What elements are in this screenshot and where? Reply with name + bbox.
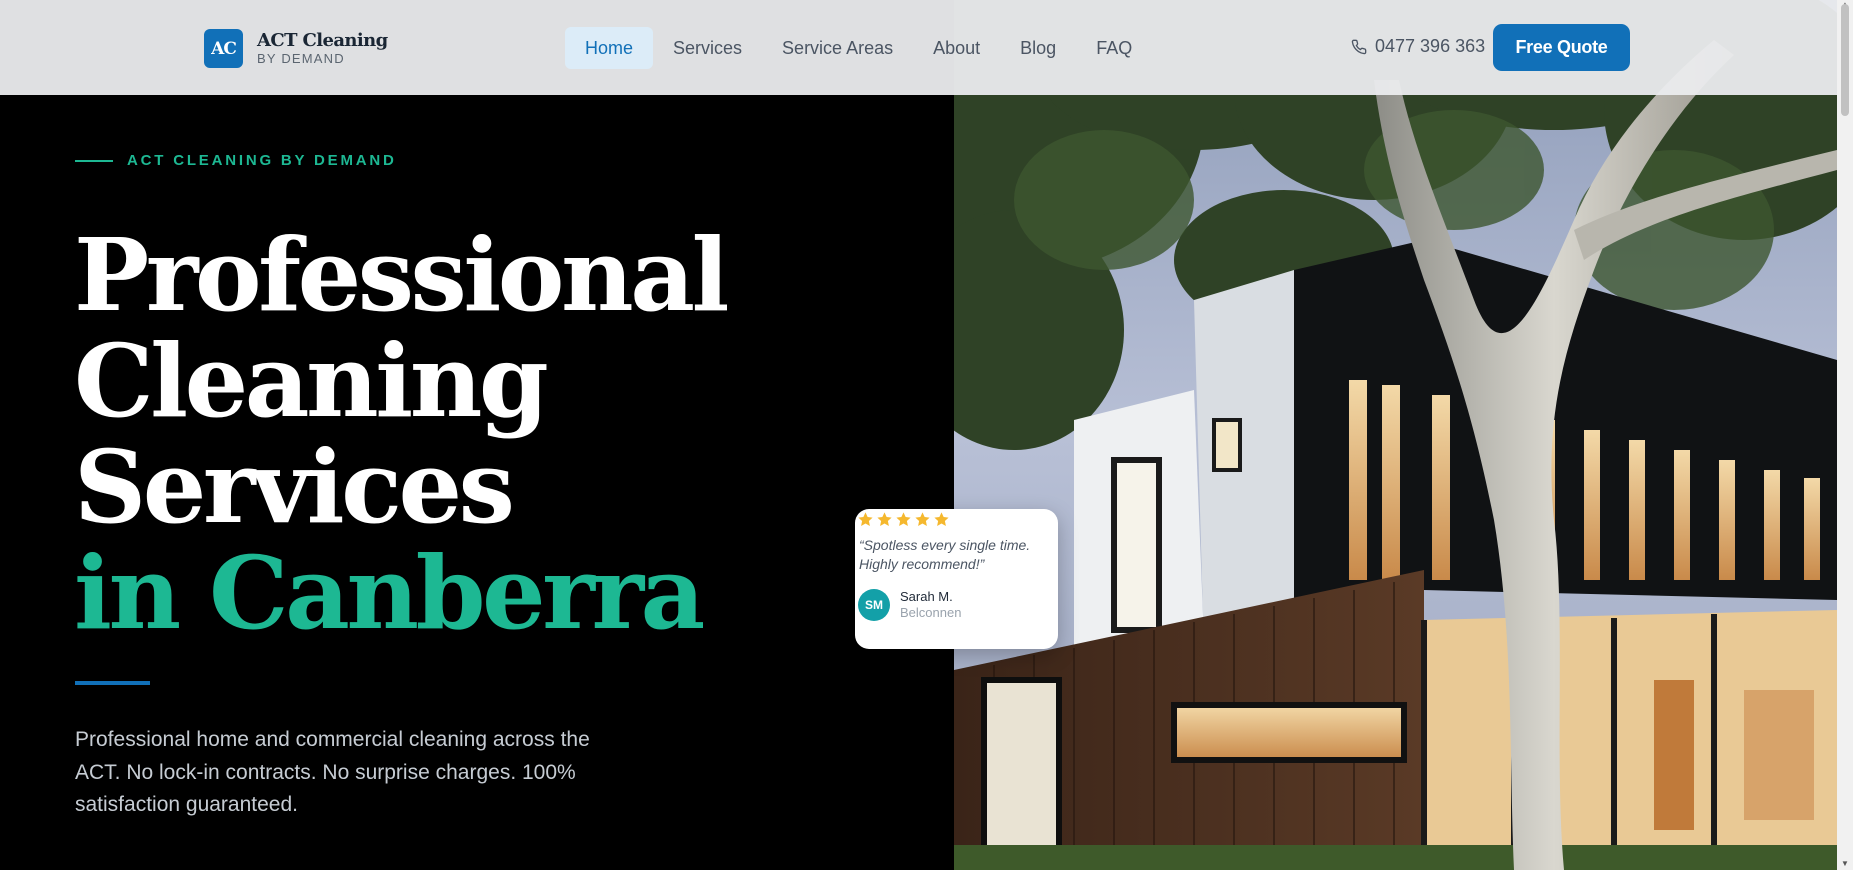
eyebrow-line — [75, 159, 113, 162]
phone-link[interactable]: 0477 396 363 — [1351, 36, 1485, 57]
phone-icon — [1351, 39, 1367, 54]
nav-faq[interactable]: FAQ — [1076, 27, 1152, 69]
star-icon — [915, 512, 930, 526]
hero-section: ACT CLEANING BY DEMAND Professional Clea… — [0, 0, 954, 870]
hero-eyebrow: ACT CLEANING BY DEMAND — [75, 152, 397, 169]
eyebrow-text: ACT CLEANING BY DEMAND — [127, 152, 397, 169]
hero-divider — [75, 681, 150, 685]
phone-number: 0477 396 363 — [1375, 36, 1486, 56]
reviewer-name: Sarah M. — [900, 589, 953, 604]
site-header: AC ACT Cleaning BY DEMAND Home Services … — [0, 0, 1837, 95]
headline-line-3: Services — [74, 428, 515, 546]
modern-house-photo — [954, 0, 1837, 870]
scrollbar-thumb[interactable] — [1841, 4, 1849, 116]
reviewer-info: Sarah M. Belconnen — [900, 589, 961, 621]
headline-accent: in Canberra — [74, 534, 705, 652]
nav-services[interactable]: Services — [653, 27, 762, 69]
site-logo[interactable]: AC ACT Cleaning BY DEMAND — [204, 29, 388, 68]
star-icon — [934, 512, 949, 526]
star-icon — [896, 512, 911, 526]
headline-line-1: Professional — [74, 216, 730, 334]
page-scrollbar[interactable]: ▲ ▼ — [1837, 0, 1853, 870]
review-quote: “Spotless every single time. Highly reco… — [859, 537, 1031, 572]
scroll-down-icon[interactable]: ▼ — [1841, 859, 1849, 868]
nav-about[interactable]: About — [913, 27, 1000, 69]
logo-subtitle: BY DEMAND — [257, 51, 345, 66]
star-icon — [858, 512, 873, 526]
logo-mark: AC — [204, 29, 243, 68]
main-nav: Home Services Service Areas About Blog F… — [565, 27, 1152, 69]
nav-service-areas[interactable]: Service Areas — [762, 27, 913, 69]
avatar: SM — [858, 589, 890, 621]
reviewer: SM Sarah M. Belconnen — [858, 589, 961, 621]
headline-line-2: Cleaning — [74, 322, 549, 440]
hero-lead: Professional home and commercial cleanin… — [75, 728, 590, 816]
nav-blog[interactable]: Blog — [1000, 27, 1076, 69]
star-icon — [877, 512, 892, 526]
free-quote-button[interactable]: Free Quote — [1493, 24, 1630, 71]
star-rating — [857, 511, 952, 528]
reviewer-location: Belconnen — [900, 605, 962, 620]
logo-text: ACT Cleaning BY DEMAND — [257, 30, 388, 66]
review-card: “Spotless every single time. Highly reco… — [855, 509, 1058, 649]
hero-headline: Professional Cleaning Services in Canber… — [74, 222, 834, 646]
logo-name: ACT Cleaning — [257, 30, 388, 51]
nav-home[interactable]: Home — [565, 27, 654, 69]
